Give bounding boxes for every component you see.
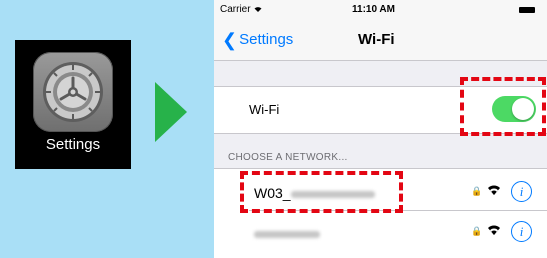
wifi-strength-icon bbox=[488, 225, 500, 235]
highlight-network-box bbox=[240, 171, 403, 213]
back-button-label: Settings bbox=[239, 31, 294, 48]
settings-app-tile[interactable]: Settings bbox=[15, 40, 131, 169]
status-time: 11:10 AM bbox=[352, 4, 395, 15]
info-button[interactable]: i bbox=[511, 181, 532, 202]
network-row[interactable]: 🔒 i bbox=[214, 213, 547, 250]
arrow-right-icon bbox=[155, 82, 187, 142]
redacted-text bbox=[254, 230, 320, 238]
network-name bbox=[254, 225, 320, 241]
info-button[interactable]: i bbox=[511, 221, 532, 242]
carrier-label: Carrier bbox=[220, 4, 263, 15]
lock-icon: 🔒 bbox=[471, 186, 483, 196]
settings-app-label: Settings bbox=[45, 136, 101, 153]
battery-icon bbox=[519, 7, 535, 13]
chevron-left-icon: ❮ bbox=[222, 30, 238, 50]
highlight-toggle-box bbox=[460, 77, 546, 136]
status-bar: Carrier 11:10 AM bbox=[214, 0, 547, 20]
settings-gear-icon bbox=[33, 52, 113, 132]
wifi-signal-icon bbox=[254, 7, 262, 12]
wifi-label: Wi-Fi bbox=[249, 102, 280, 117]
back-button[interactable]: ❮ Settings bbox=[222, 30, 293, 51]
wifi-strength-icon bbox=[488, 185, 500, 195]
section-header-choose-network: CHOOSE A NETWORK... bbox=[228, 152, 348, 163]
page-title: Wi-Fi bbox=[358, 31, 395, 48]
navigation-bar: ❮ Settings Wi-Fi bbox=[214, 20, 547, 61]
lock-icon: 🔒 bbox=[471, 226, 483, 236]
